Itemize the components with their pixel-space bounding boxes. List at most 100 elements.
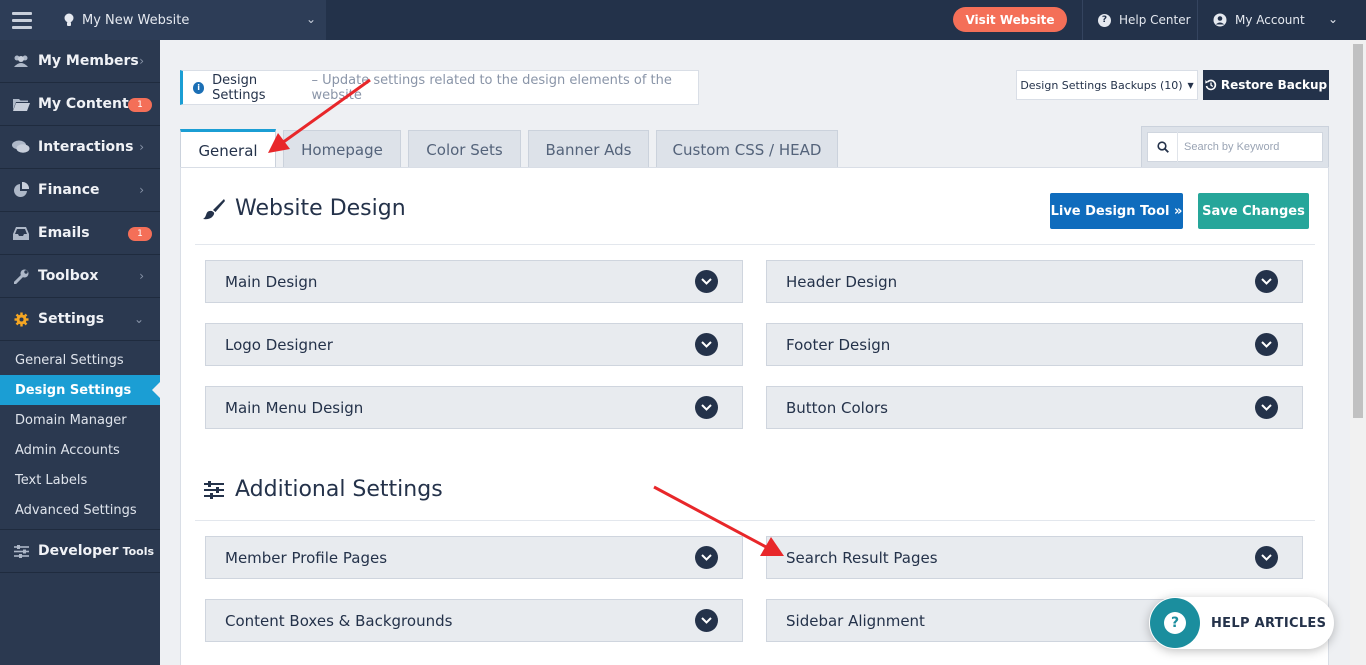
chevron-down-circle-icon bbox=[695, 609, 718, 632]
sliders-icon bbox=[12, 544, 30, 558]
lightbulb-icon bbox=[64, 13, 74, 26]
sidebar-item-developer-tools[interactable]: Developer Tools bbox=[0, 530, 160, 573]
search-box bbox=[1147, 132, 1323, 162]
sidebar-item-toolbox[interactable]: Toolbox › bbox=[0, 255, 160, 298]
search-container bbox=[1141, 126, 1329, 168]
section-title: Additional Settings bbox=[235, 477, 443, 502]
accordion-member-profile-pages[interactable]: Member Profile Pages bbox=[205, 536, 743, 579]
question-icon: ? bbox=[1098, 13, 1111, 27]
accordion-main-design[interactable]: Main Design bbox=[205, 260, 743, 303]
sidebar-item-label: Emails bbox=[38, 225, 90, 241]
sidebar-item-settings[interactable]: Settings ⌄ bbox=[0, 298, 160, 341]
backups-dropdown[interactable]: Design Settings Backups (10) ▼ bbox=[1016, 70, 1198, 100]
info-icon: i bbox=[193, 81, 205, 94]
users-icon bbox=[12, 54, 30, 68]
sliders-icon bbox=[204, 480, 224, 499]
submenu-general-settings[interactable]: General Settings bbox=[0, 345, 160, 375]
my-account-menu[interactable]: My Account bbox=[1213, 0, 1305, 40]
chevron-down-circle-icon bbox=[1255, 270, 1278, 293]
submenu-advanced-settings[interactable]: Advanced Settings bbox=[0, 495, 160, 525]
help-center-label: Help Center bbox=[1119, 13, 1191, 27]
submenu-admin-accounts[interactable]: Admin Accounts bbox=[0, 435, 160, 465]
website-name: My New Website bbox=[82, 12, 190, 28]
accordion-label: Content Boxes & Backgrounds bbox=[225, 611, 453, 630]
help-center-link[interactable]: ? Help Center bbox=[1098, 0, 1191, 40]
sidebar-item-label: Finance bbox=[38, 182, 100, 198]
accordion-search-result-pages[interactable]: Search Result Pages bbox=[766, 536, 1303, 579]
page-description: – Update settings related to the design … bbox=[311, 72, 672, 103]
notification-badge: 1 bbox=[128, 227, 152, 241]
page-scrollbar[interactable] bbox=[1350, 40, 1366, 665]
submenu-design-settings[interactable]: Design Settings bbox=[0, 375, 160, 405]
sidebar-item-label: Interactions bbox=[38, 139, 134, 155]
sidebar-item-emails[interactable]: Emails 1 bbox=[0, 212, 160, 255]
visit-website-button[interactable]: Visit Website bbox=[953, 7, 1067, 32]
menu-toggle-button[interactable] bbox=[0, 0, 44, 40]
sidebar-item-interactions[interactable]: Interactions › bbox=[0, 126, 160, 169]
user-circle-icon bbox=[1213, 13, 1227, 27]
sidebar-item-label: Settings bbox=[38, 311, 105, 327]
sidebar-item-finance[interactable]: Finance › bbox=[0, 169, 160, 212]
accordion-logo-designer[interactable]: Logo Designer bbox=[205, 323, 743, 366]
divider bbox=[195, 244, 1315, 245]
accordion-label: Footer Design bbox=[786, 335, 891, 354]
live-design-tool-button[interactable]: Live Design Tool » bbox=[1050, 193, 1183, 229]
gear-icon bbox=[12, 312, 30, 326]
paintbrush-icon bbox=[203, 198, 225, 219]
search-icon bbox=[1148, 132, 1178, 162]
accordion-header-design[interactable]: Header Design bbox=[766, 260, 1303, 303]
accordion-label: Main Menu Design bbox=[225, 398, 364, 417]
additional-settings-heading: Additional Settings bbox=[203, 477, 443, 502]
accordion-main-menu-design[interactable]: Main Menu Design bbox=[205, 386, 743, 429]
search-input[interactable] bbox=[1178, 141, 1318, 153]
top-bar: My New Website ⌄ Visit Website ? Help Ce… bbox=[0, 0, 1366, 40]
chevron-right-icon: › bbox=[139, 183, 144, 197]
chevron-down-circle-icon bbox=[695, 333, 718, 356]
divider bbox=[195, 520, 1315, 521]
sidebar-item-my-members[interactable]: My Members › bbox=[0, 40, 160, 83]
chevron-down-icon: ⌄ bbox=[1328, 12, 1339, 26]
notification-badge: 1 bbox=[128, 98, 152, 112]
chevron-down-circle-icon bbox=[1255, 333, 1278, 356]
submenu-text-labels[interactable]: Text Labels bbox=[0, 465, 160, 495]
divider bbox=[1197, 0, 1198, 40]
sidebar-item-label: Developer bbox=[38, 543, 119, 559]
hamburger-icon bbox=[12, 10, 32, 31]
save-changes-button[interactable]: Save Changes bbox=[1198, 193, 1309, 229]
folder-icon bbox=[12, 97, 30, 111]
chevron-right-icon: › bbox=[139, 269, 144, 283]
tab-color-sets[interactable]: Color Sets bbox=[408, 130, 521, 168]
website-design-heading: Website Design bbox=[203, 196, 406, 221]
accordion-content-boxes-backgrounds[interactable]: Content Boxes & Backgrounds bbox=[205, 599, 743, 642]
pie-chart-icon bbox=[12, 182, 30, 197]
tab-custom-css-head[interactable]: Custom CSS / HEAD bbox=[656, 130, 838, 168]
chevron-right-icon: › bbox=[139, 54, 144, 68]
accordion-label: Logo Designer bbox=[225, 335, 333, 354]
tab-homepage[interactable]: Homepage bbox=[283, 130, 401, 168]
comments-icon bbox=[12, 140, 30, 154]
scrollbar-thumb[interactable] bbox=[1353, 44, 1363, 418]
accordion-label: Main Design bbox=[225, 272, 318, 291]
settings-submenu: General Settings Design Settings Domain … bbox=[0, 341, 160, 530]
section-title: Website Design bbox=[235, 196, 406, 221]
backups-label: Design Settings Backups (10) bbox=[1020, 78, 1183, 92]
help-icon-circle: ? bbox=[1150, 598, 1200, 648]
accordion-footer-design[interactable]: Footer Design bbox=[766, 323, 1303, 366]
question-icon: ? bbox=[1164, 612, 1186, 634]
website-selector[interactable]: My New Website ⌄ bbox=[44, 0, 326, 40]
history-icon bbox=[1205, 79, 1217, 91]
tab-banner-ads[interactable]: Banner Ads bbox=[528, 130, 649, 168]
my-account-label: My Account bbox=[1235, 13, 1305, 27]
accordion-button-colors[interactable]: Button Colors bbox=[766, 386, 1303, 429]
sidebar-item-my-content[interactable]: My Content 1 bbox=[0, 83, 160, 126]
chevron-down-circle-icon bbox=[1255, 396, 1278, 419]
chevron-down-circle-icon bbox=[695, 546, 718, 569]
sidebar-item-sublabel: Tools bbox=[122, 544, 155, 558]
tab-general[interactable]: General bbox=[180, 129, 276, 169]
help-articles-button[interactable]: ? HELP ARTICLES bbox=[1149, 597, 1334, 649]
restore-backup-button[interactable]: Restore Backup bbox=[1203, 70, 1329, 100]
divider bbox=[1082, 0, 1083, 40]
chevron-down-circle-icon bbox=[1255, 546, 1278, 569]
chevron-down-circle-icon bbox=[695, 270, 718, 293]
submenu-domain-manager[interactable]: Domain Manager bbox=[0, 405, 160, 435]
